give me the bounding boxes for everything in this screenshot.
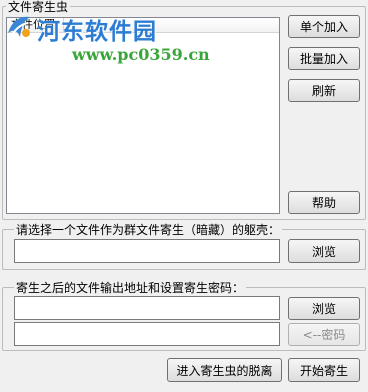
file-list-header: 文件位置 (7, 18, 279, 33)
add-batch-button[interactable]: 批量加入 (288, 47, 360, 70)
help-button[interactable]: 帮助 (288, 191, 360, 214)
file-list[interactable]: 文件位置 (6, 17, 280, 214)
browse-output-button[interactable]: 浏览 (288, 297, 360, 320)
file-location-column-header[interactable]: 文件位置 (7, 18, 64, 32)
refresh-button[interactable]: 刷新 (288, 79, 360, 102)
password-button[interactable]: <--密码 (288, 323, 360, 346)
host-file-group-title: 请选择一个文件作为群文件寄生（暗藏）的躯壳： (14, 223, 283, 237)
detach-parasite-button[interactable]: 进入寄生虫的脱离 (167, 358, 282, 382)
browse-host-button[interactable]: 浏览 (288, 239, 360, 263)
output-group-title: 寄生之后的文件输出地址和设置寄生密码： (14, 281, 247, 295)
output-path-field[interactable] (14, 296, 280, 320)
start-parasite-button[interactable]: 开始寄生 (288, 358, 360, 382)
file-parasite-group-title: 文件寄生虫 (6, 0, 71, 14)
host-file-field[interactable] (14, 239, 280, 263)
add-single-button[interactable]: 单个加入 (288, 15, 360, 38)
password-field[interactable] (14, 322, 280, 346)
